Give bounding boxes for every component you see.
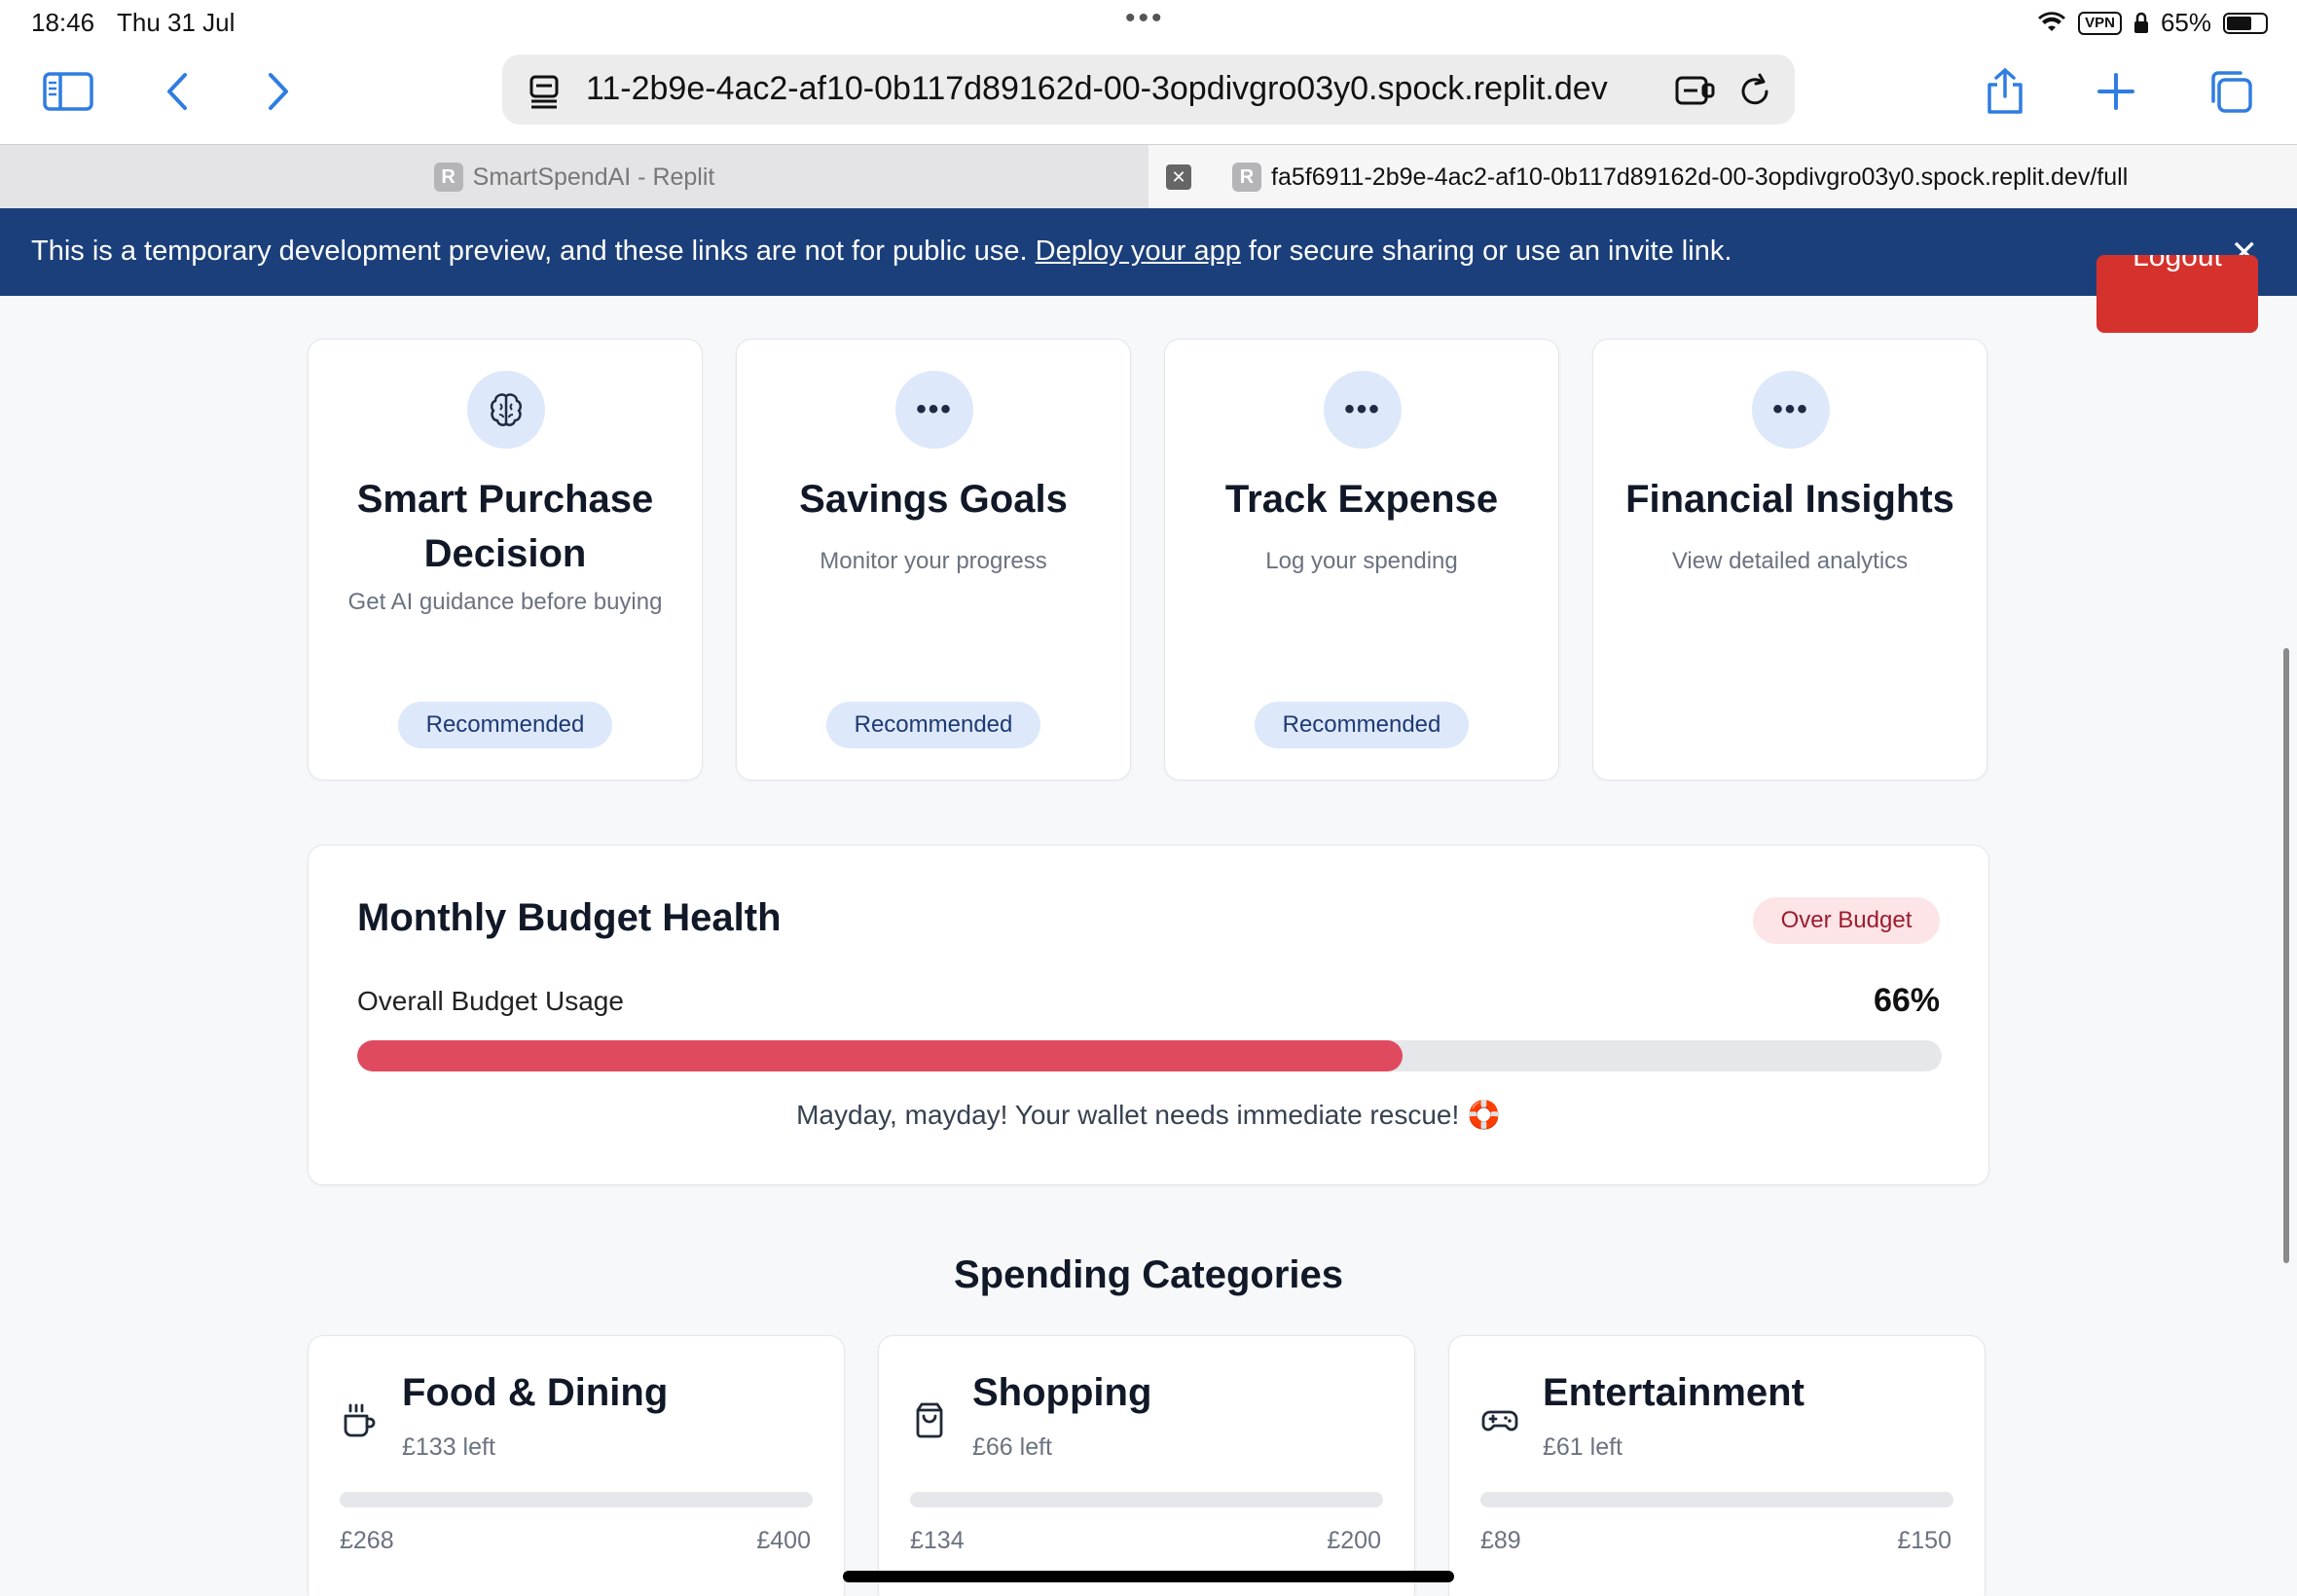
tab-strip: R SmartSpendAI - Replit ✕ R fa5f6911-2b9… — [0, 144, 2297, 209]
replit-favicon-icon: R — [433, 163, 463, 192]
gamepad-icon — [1481, 1410, 1518, 1432]
status-date: Thu 31 Jul — [117, 8, 236, 37]
category-remaining: £61 left — [1543, 1433, 1623, 1461]
tabs-overview-icon[interactable] — [2202, 62, 2260, 121]
brain-icon — [467, 371, 545, 449]
over-budget-badge: Over Budget — [1753, 897, 1940, 944]
page-scrollbar[interactable] — [2283, 648, 2289, 1263]
action-description: Get AI guidance before buying — [347, 589, 663, 615]
more-icon: ••• — [895, 371, 973, 449]
tab-label: fa5f6911-2b9e-4ac2-af10-0b117d89162d-00-… — [1271, 163, 2129, 191]
new-tab-icon[interactable] — [2087, 62, 2145, 121]
status-bar: 18:46 Thu 31 Jul ••• VPN 65% — [0, 0, 2297, 49]
category-card-entertainment[interactable]: Entertainment £61 left £89 £150 — [1448, 1335, 1986, 1596]
replit-favicon-icon: R — [1232, 163, 1261, 192]
reload-icon[interactable] — [1736, 72, 1773, 109]
category-spent: £268 — [340, 1527, 394, 1554]
shopping-bag-icon — [916, 1402, 943, 1438]
category-limit: £400 — [756, 1527, 811, 1554]
category-remaining: £133 left — [402, 1433, 495, 1461]
wifi-icon — [2038, 11, 2066, 31]
sidebar-icon[interactable] — [39, 62, 97, 121]
banner-text-after: for secure sharing or use an invite link… — [1248, 236, 1732, 267]
action-card-track-expense[interactable]: ••• Track Expense Log your spending Reco… — [1164, 339, 1559, 780]
home-indicator[interactable] — [843, 1571, 1454, 1582]
budget-message: Mayday, mayday! Your wallet needs immedi… — [796, 1100, 1501, 1130]
category-progress-bar — [340, 1492, 813, 1507]
recommended-badge: Recommended — [398, 702, 612, 748]
tab-label: SmartSpendAI - Replit — [472, 163, 715, 191]
category-spent: £134 — [910, 1527, 965, 1554]
url-text[interactable]: 11-2b9e-4ac2-af10-0b117d89162d-00-3opdiv… — [586, 70, 1666, 108]
forward-icon[interactable] — [249, 62, 308, 121]
tab-smartspendai-replit[interactable]: R SmartSpendAI - Replit — [0, 145, 1148, 209]
address-bar[interactable]: 11-2b9e-4ac2-af10-0b117d89162d-00-3opdiv… — [502, 54, 1795, 125]
multitasking-dots-icon[interactable]: ••• — [1125, 2, 1165, 35]
category-progress-fill — [910, 1492, 1383, 1507]
back-icon[interactable] — [148, 62, 206, 121]
action-description: Monitor your progress — [820, 548, 1047, 574]
battery-icon — [2223, 12, 2268, 34]
coffee-cup-icon — [344, 1403, 376, 1437]
extension-icon[interactable] — [1674, 72, 1717, 109]
action-card-financial-insights[interactable]: ••• Financial Insights View detailed ana… — [1592, 339, 1987, 780]
category-remaining: £66 left — [972, 1433, 1053, 1461]
lock-rotation-icon — [2133, 12, 2148, 33]
category-progress-fill — [1480, 1492, 1953, 1507]
action-description: Log your spending — [1265, 548, 1458, 574]
action-title: Savings Goals — [799, 478, 1068, 521]
page-menu-icon[interactable] — [528, 74, 563, 109]
category-title: Entertainment — [1543, 1371, 1805, 1414]
budget-health-card: Monthly Budget Health Over Budget Overal… — [308, 845, 1989, 1185]
battery-percentage: 65% — [2160, 8, 2211, 37]
category-title: Food & Dining — [402, 1371, 669, 1414]
budget-usage-bar — [357, 1040, 1942, 1071]
vpn-badge: VPN — [2078, 11, 2122, 35]
share-icon[interactable] — [1976, 62, 2034, 121]
logout-button[interactable]: Logout — [2096, 255, 2258, 333]
recommended-badge: Recommended — [1255, 702, 1469, 748]
more-icon: ••• — [1324, 371, 1402, 449]
browser-toolbar: 11-2b9e-4ac2-af10-0b117d89162d-00-3opdiv… — [0, 49, 2297, 144]
category-spent: £89 — [1480, 1527, 1521, 1554]
action-card-savings-goals[interactable]: ••• Savings Goals Monitor your progress … — [736, 339, 1131, 780]
action-description: View detailed analytics — [1671, 548, 1909, 574]
status-time: 18:46 — [31, 8, 95, 37]
category-progress-bar — [1480, 1492, 1953, 1507]
more-icon: ••• — [1752, 371, 1830, 449]
dev-preview-banner: This is a temporary development preview,… — [0, 208, 2297, 296]
category-card-food-dining[interactable]: Food & Dining £133 left £268 £400 — [308, 1335, 845, 1596]
budget-health-title: Monthly Budget Health — [357, 896, 782, 939]
action-title: Financial Insights — [1625, 478, 1954, 521]
battery-level — [2227, 16, 2251, 30]
action-card-smart-purchase[interactable]: Smart Purchase Decision Get AI guidance … — [308, 339, 703, 780]
logout-label: Logout — [2133, 255, 2222, 272]
category-progress-fill — [340, 1492, 813, 1507]
category-limit: £150 — [1897, 1527, 1951, 1554]
banner-text-before: This is a temporary development preview,… — [31, 236, 1028, 267]
banner-message: This is a temporary development preview,… — [31, 236, 1732, 268]
recommended-badge: Recommended — [826, 702, 1040, 748]
close-tab-icon[interactable]: ✕ — [1166, 164, 1191, 190]
action-title: Smart Purchase Decision — [356, 478, 654, 575]
tab-preview-full[interactable]: ✕ R fa5f6911-2b9e-4ac2-af10-0b117d89162d… — [1148, 145, 2297, 209]
budget-usage-fill — [357, 1040, 1404, 1071]
category-limit: £200 — [1327, 1527, 1381, 1554]
deploy-app-link[interactable]: Deploy your app — [1036, 236, 1241, 267]
category-title: Shopping — [972, 1371, 1152, 1414]
budget-usage-value: 66% — [1873, 982, 1940, 1019]
action-title: Track Expense — [1224, 478, 1499, 521]
budget-usage-label: Overall Budget Usage — [357, 986, 624, 1016]
category-progress-bar — [910, 1492, 1383, 1507]
category-card-shopping[interactable]: Shopping £66 left £134 £200 — [878, 1335, 1415, 1596]
spending-categories-heading: Spending Categories — [953, 1253, 1344, 1296]
